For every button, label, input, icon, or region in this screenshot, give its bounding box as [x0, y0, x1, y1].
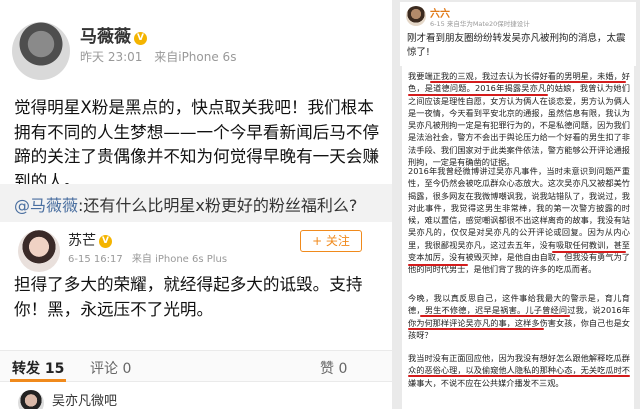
left-screenshot: 马薇薇 V 昨天 23:01 来自iPhone 6s 觉得明星X粉是黑点的，快点取…	[0, 0, 392, 409]
follow-button[interactable]: + 关注	[300, 230, 362, 252]
avatar[interactable]	[12, 22, 70, 80]
post1-source: 来自iPhone 6s	[154, 50, 237, 64]
post-meta: 6-15 来自华为Mate20保时捷设计	[430, 20, 530, 28]
post2-text: 担得了多大的荣耀，就经得起多大的诋毁。支持你！黑，永远压不了光明。	[14, 275, 363, 319]
post1-username[interactable]: 马薇薇	[80, 27, 131, 47]
quote-text-row: @马薇薇:还有什么比明星x粉更好的粉丝福利么?	[14, 192, 357, 216]
tab-like[interactable]: 赞 0	[320, 358, 347, 378]
paragraph-3: 今晚，我以真反思自己，这件事给我最大的警示是，育儿育德，男生不修德，迟早是祸害。…	[408, 293, 630, 340]
active-tab-indicator	[10, 379, 66, 382]
highlight-underline	[408, 94, 548, 96]
post2-time: 6-15 16:17	[68, 254, 123, 265]
post-header: 六六 6-15 来自华为Mate20保时捷设计 刚才看到朋友圈纷纷转发吴亦凡被刑…	[400, 2, 636, 66]
post2-meta: 6-15 16:17 来自 iPhone 6s Plus	[68, 250, 227, 265]
action-tabs: 转发 15 评论 0 赞 0	[0, 350, 392, 382]
verified-badge-icon: V	[99, 235, 112, 248]
verified-badge-icon: V	[134, 32, 147, 45]
post1-username-row[interactable]: 马薇薇 V	[80, 22, 147, 47]
avatar[interactable]	[406, 6, 426, 26]
highlight-underline	[408, 264, 468, 266]
post1-time: 昨天 23:01	[80, 50, 143, 64]
post2-username[interactable]: 苏芒	[68, 233, 96, 249]
long-post-image: 我要端正我的三观，我过去认为长得好看的男明星，未婚，好色，是道德问题。2016年…	[402, 66, 634, 409]
post2-card: 苏芒 V 6-15 16:17 来自 iPhone 6s Plus + 关注 担得…	[0, 224, 392, 349]
post2-source: 来自 iPhone 6s Plus	[131, 254, 228, 265]
post2-username-row[interactable]: 苏芒 V	[68, 230, 112, 250]
highlight-underline	[408, 375, 630, 377]
next-list-item[interactable]: 吴亦凡微吧	[0, 384, 392, 409]
avatar[interactable]	[18, 230, 60, 272]
post1-text: 觉得明星X粉是黑点的，快点取关我吧！我们根本拥有不同的人生梦想——一个今早看新闻…	[14, 98, 380, 191]
quote-box[interactable]: @马薇薇:还有什么比明星x粉更好的粉丝福利么?	[0, 184, 392, 222]
highlight-underline	[408, 328, 544, 330]
highlight-underline	[430, 81, 626, 83]
tab-repost[interactable]: 转发 15	[12, 358, 64, 378]
paragraph-1: 我要端正我的三观，我过去认为长得好看的男明星，未婚，好色，是道德问题。2016年…	[408, 71, 630, 168]
right-screenshot: 六六 6-15 来自华为Mate20保时捷设计 刚才看到朋友圈纷纷转发吴亦凡被刑…	[392, 0, 640, 409]
post1-meta: 昨天 23:01 来自iPhone 6s	[80, 48, 236, 65]
paragraph-2: 2016年我曾经微博讲过吴亦凡事件，当时未意识到问题严重性，至今仍然会被吃瓜群众…	[408, 166, 630, 275]
next-username[interactable]: 吴亦凡微吧	[52, 390, 117, 409]
avatar[interactable]	[18, 390, 44, 409]
mention-link[interactable]: @马薇薇	[14, 196, 78, 215]
quote-text: :还有什么比明星x粉更好的粉丝福利么?	[78, 196, 358, 215]
highlight-underline	[420, 315, 570, 317]
highlight-underline	[552, 251, 626, 253]
paragraph-4: 我当时没有正面回应他，因为我没有想好怎么跟他解释吃瓜群众的恶俗心理，以及偷窥他人…	[408, 353, 630, 388]
tab-comment[interactable]: 评论 0	[90, 358, 131, 378]
post-intro: 刚才看到朋友圈纷纷转发吴亦凡被刑拘的消息，太震惊了!	[407, 33, 626, 58]
